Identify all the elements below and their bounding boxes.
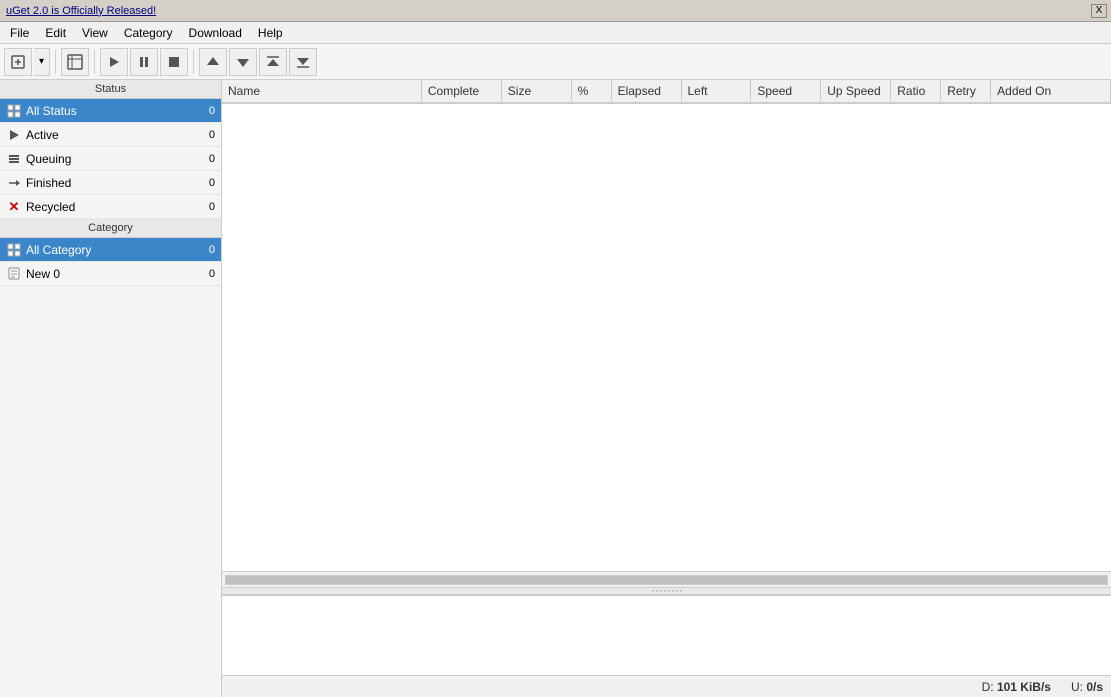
new0-icon [6, 266, 22, 282]
category-section-header: Category [0, 219, 221, 238]
col-complete[interactable]: Complete [421, 80, 501, 103]
toolbar: ▾ [0, 44, 1111, 80]
col-speed[interactable]: Speed [751, 80, 821, 103]
title-bar: uGet 2.0 is Officially Released! X [0, 0, 1111, 22]
panel-resize-handle[interactable] [222, 587, 1111, 595]
download-speed-display: D: 101 KiB/s [982, 680, 1051, 694]
upload-speed-display: U: 0/s [1071, 680, 1103, 694]
menu-edit[interactable]: Edit [37, 24, 74, 42]
col-retry[interactable]: Retry [941, 80, 991, 103]
separator-2 [94, 50, 95, 74]
menu-bar: File Edit View Category Download Help [0, 22, 1111, 44]
col-name[interactable]: Name [222, 80, 421, 103]
col-percent[interactable]: % [571, 80, 611, 103]
recycled-label: Recycled [26, 200, 195, 214]
col-ratio[interactable]: Ratio [891, 80, 941, 103]
sidebar-item-active[interactable]: Active 0 [0, 123, 221, 147]
active-label: Active [26, 128, 195, 142]
sidebar-item-finished[interactable]: Finished 0 [0, 171, 221, 195]
status-bar: D: 101 KiB/s U: 0/s [222, 675, 1111, 697]
pause-button[interactable] [130, 48, 158, 76]
download-table-container[interactable]: Name Complete Size % Elapsed Left Speed … [222, 80, 1111, 571]
scrollbar-thumb[interactable] [226, 576, 1107, 584]
active-count: 0 [195, 129, 215, 141]
col-size[interactable]: Size [501, 80, 571, 103]
sidebar: Status All Status 0 Active 0 [0, 80, 222, 697]
finished-label: Finished [26, 176, 195, 190]
menu-download[interactable]: Download [181, 24, 250, 42]
sidebar-item-new0[interactable]: New 0 0 [0, 262, 221, 286]
start-button[interactable] [100, 48, 128, 76]
download-table: Name Complete Size % Elapsed Left Speed … [222, 80, 1111, 104]
col-left[interactable]: Left [681, 80, 751, 103]
download-speed-value: 101 KiB/s [997, 680, 1051, 694]
queuing-count: 0 [195, 153, 215, 165]
move-down-button[interactable] [229, 48, 257, 76]
upload-speed-value: 0/s [1086, 680, 1103, 694]
all-category-icon [6, 242, 22, 258]
move-bottom-button[interactable] [289, 48, 317, 76]
status-section-header: Status [0, 80, 221, 99]
new0-count: 0 [195, 268, 215, 280]
all-category-label: All Category [26, 243, 195, 257]
finished-icon [6, 175, 22, 191]
move-up-button[interactable] [199, 48, 227, 76]
col-up-speed[interactable]: Up Speed [821, 80, 891, 103]
sidebar-item-recycled[interactable]: ✕ Recycled 0 [0, 195, 221, 219]
right-panel: Name Complete Size % Elapsed Left Speed … [222, 80, 1111, 697]
stop-button[interactable] [160, 48, 188, 76]
recycled-count: 0 [195, 201, 215, 213]
menu-file[interactable]: File [2, 24, 37, 42]
recycled-icon: ✕ [6, 199, 22, 215]
new-download-button[interactable] [4, 48, 32, 76]
active-icon [6, 127, 22, 143]
menu-help[interactable]: Help [250, 24, 291, 42]
new0-label: New 0 [26, 267, 195, 281]
move-top-button[interactable] [259, 48, 287, 76]
all-status-icon [6, 103, 22, 119]
sidebar-item-all-status[interactable]: All Status 0 [0, 99, 221, 123]
horizontal-scrollbar[interactable] [222, 571, 1111, 587]
queuing-icon [6, 151, 22, 167]
all-category-count: 0 [195, 244, 215, 256]
sidebar-item-all-category[interactable]: All Category 0 [0, 238, 221, 262]
queuing-label: Queuing [26, 152, 195, 166]
col-elapsed[interactable]: Elapsed [611, 80, 681, 103]
detail-panel [222, 595, 1111, 675]
new-folder-button[interactable] [61, 48, 89, 76]
separator-1 [55, 50, 56, 74]
download-label: D: [982, 680, 994, 694]
scrollbar-track[interactable] [225, 575, 1108, 585]
title-text[interactable]: uGet 2.0 is Officially Released! [6, 5, 156, 17]
finished-count: 0 [195, 177, 215, 189]
col-added-on[interactable]: Added On [991, 80, 1111, 103]
main-content: Status All Status 0 Active 0 [0, 80, 1111, 697]
all-status-label: All Status [26, 104, 195, 118]
menu-view[interactable]: View [74, 24, 116, 42]
table-header-row: Name Complete Size % Elapsed Left Speed … [222, 80, 1111, 103]
menu-category[interactable]: Category [116, 24, 181, 42]
close-button[interactable]: X [1091, 4, 1107, 18]
all-status-count: 0 [195, 105, 215, 117]
sidebar-item-queuing[interactable]: Queuing 0 [0, 147, 221, 171]
new-download-dropdown[interactable]: ▾ [34, 48, 50, 76]
separator-3 [193, 50, 194, 74]
upload-label: U: [1071, 680, 1083, 694]
